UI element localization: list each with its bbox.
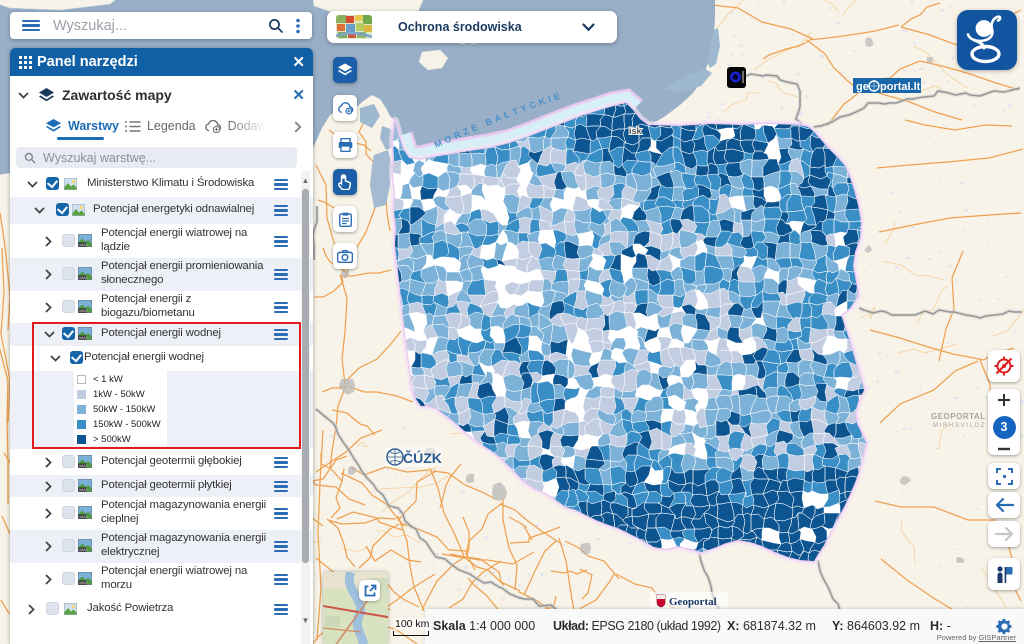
svg-text:WMS: WMS — [79, 581, 88, 585]
svg-text:isk: isk — [629, 126, 643, 136]
svg-text:WMS: WMS — [79, 464, 88, 468]
svg-text:ČÚZK: ČÚZK — [403, 449, 442, 466]
svg-text:Geoportal: Geoportal — [669, 596, 717, 608]
svg-text:WMS: WMS — [79, 548, 88, 552]
svg-text:WMS: WMS — [79, 243, 88, 247]
svg-text:WMS: WMS — [79, 488, 88, 492]
svg-text:M I R H S V I L D Z: M I R H S V I L D Z — [933, 423, 984, 429]
svg-text:WMS: WMS — [79, 309, 88, 313]
svg-text:ge: ge — [856, 81, 869, 93]
svg-text:portal.lt: portal.lt — [880, 81, 921, 93]
svg-text:WMS: WMS — [79, 276, 88, 280]
svg-text:GEOPORTAL: GEOPORTAL — [931, 412, 986, 421]
svg-text:WMS: WMS — [79, 515, 88, 519]
